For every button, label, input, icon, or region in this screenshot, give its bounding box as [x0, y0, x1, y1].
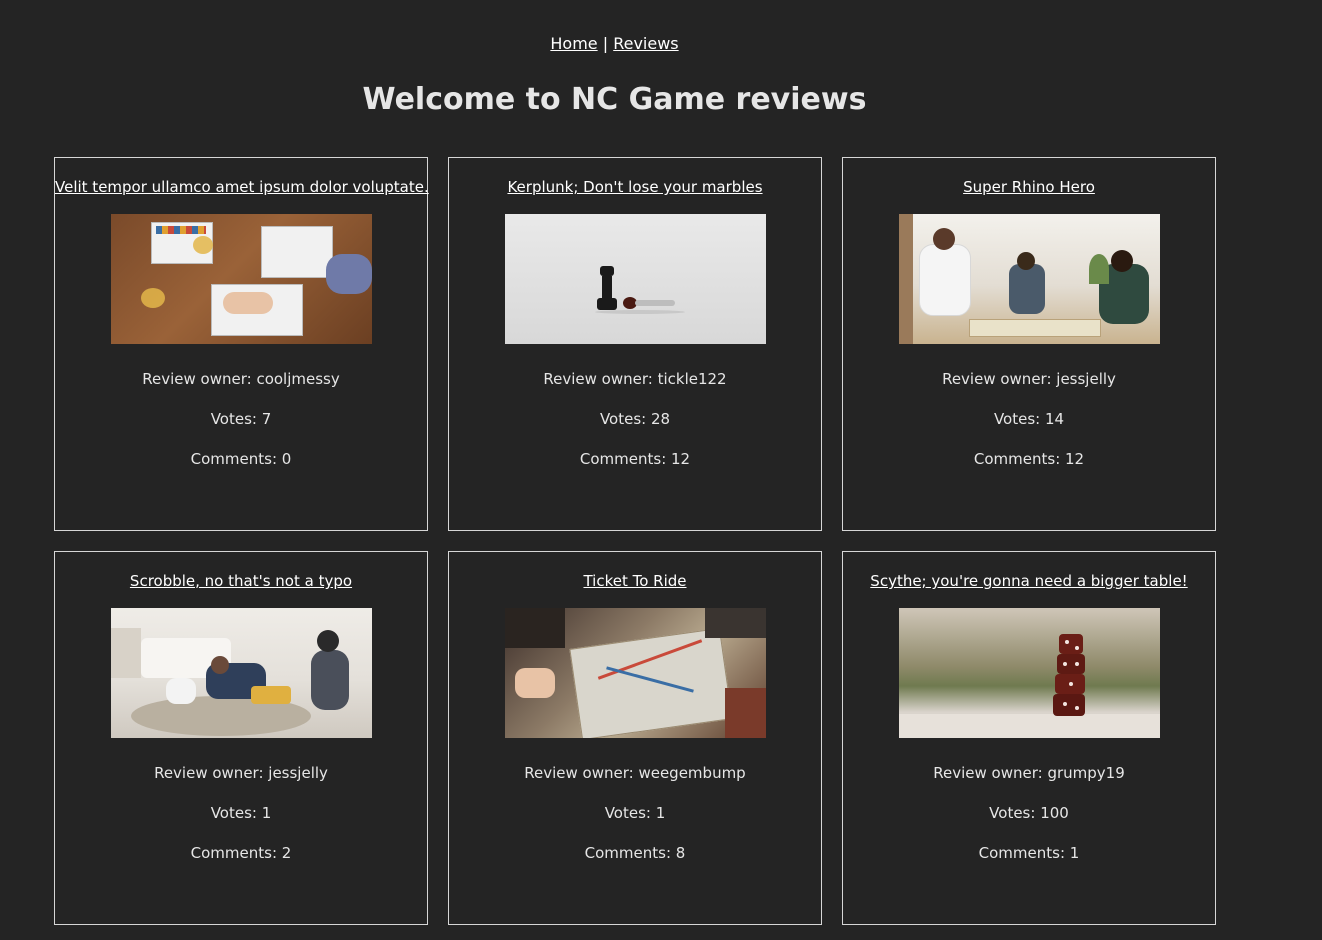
review-card: Scrobble, no that's not a typo Review ow… — [54, 551, 428, 925]
review-title-link[interactable]: Ticket To Ride — [449, 572, 821, 590]
review-card: Super Rhino Hero Review owner: jessjelly… — [842, 157, 1216, 531]
top-nav: Home | Reviews — [0, 34, 1229, 53]
review-image[interactable] — [898, 608, 1160, 738]
review-title-link[interactable]: Velit tempor ullamco amet ipsum dolor vo… — [55, 178, 429, 196]
review-title-link[interactable]: Scrobble, no that's not a typo — [55, 572, 427, 590]
review-votes: Votes: 7 — [210, 410, 272, 428]
review-card: Ticket To Ride Review owner: weegembump … — [448, 551, 822, 925]
review-owner: Review owner: cooljmessy — [142, 370, 340, 388]
nav-separator: | — [602, 34, 609, 53]
review-title-link[interactable]: Super Rhino Hero — [843, 178, 1215, 196]
review-image[interactable] — [110, 608, 372, 738]
review-comments: Comments: 12 — [579, 450, 691, 468]
review-comments: Comments: 2 — [190, 844, 292, 862]
review-comments: Comments: 12 — [973, 450, 1085, 468]
review-image[interactable] — [504, 214, 766, 344]
review-card: Velit tempor ullamco amet ipsum dolor vo… — [54, 157, 429, 531]
review-card: Scythe; you're gonna need a bigger table… — [842, 551, 1216, 925]
review-title-link[interactable]: Kerplunk; Don't lose your marbles — [449, 178, 821, 196]
review-comments: Comments: 1 — [978, 844, 1080, 862]
nav-home-link[interactable]: Home — [550, 34, 597, 53]
review-votes: Votes: 100 — [989, 804, 1069, 822]
review-owner: Review owner: weegembump — [524, 764, 746, 782]
page-title: Welcome to NC Game reviews — [362, 82, 867, 117]
review-owner: Review owner: tickle122 — [543, 370, 727, 388]
review-votes: Votes: 1 — [604, 804, 666, 822]
review-image[interactable] — [504, 608, 766, 738]
review-comments: Comments: 0 — [190, 450, 292, 468]
reviews-grid: Velit tempor ullamco amet ipsum dolor vo… — [54, 157, 1216, 925]
review-owner: Review owner: jessjelly — [154, 764, 328, 782]
nav-reviews-link[interactable]: Reviews — [613, 34, 678, 53]
review-image[interactable] — [110, 214, 372, 344]
review-votes: Votes: 14 — [993, 410, 1065, 428]
review-votes: Votes: 28 — [599, 410, 671, 428]
review-card: Kerplunk; Don't lose your marbles Review… — [448, 157, 822, 531]
review-owner: Review owner: grumpy19 — [933, 764, 1125, 782]
review-votes: Votes: 1 — [210, 804, 272, 822]
review-image[interactable] — [898, 214, 1160, 344]
review-title-link[interactable]: Scythe; you're gonna need a bigger table… — [843, 572, 1215, 590]
review-comments: Comments: 8 — [584, 844, 686, 862]
review-owner: Review owner: jessjelly — [942, 370, 1116, 388]
